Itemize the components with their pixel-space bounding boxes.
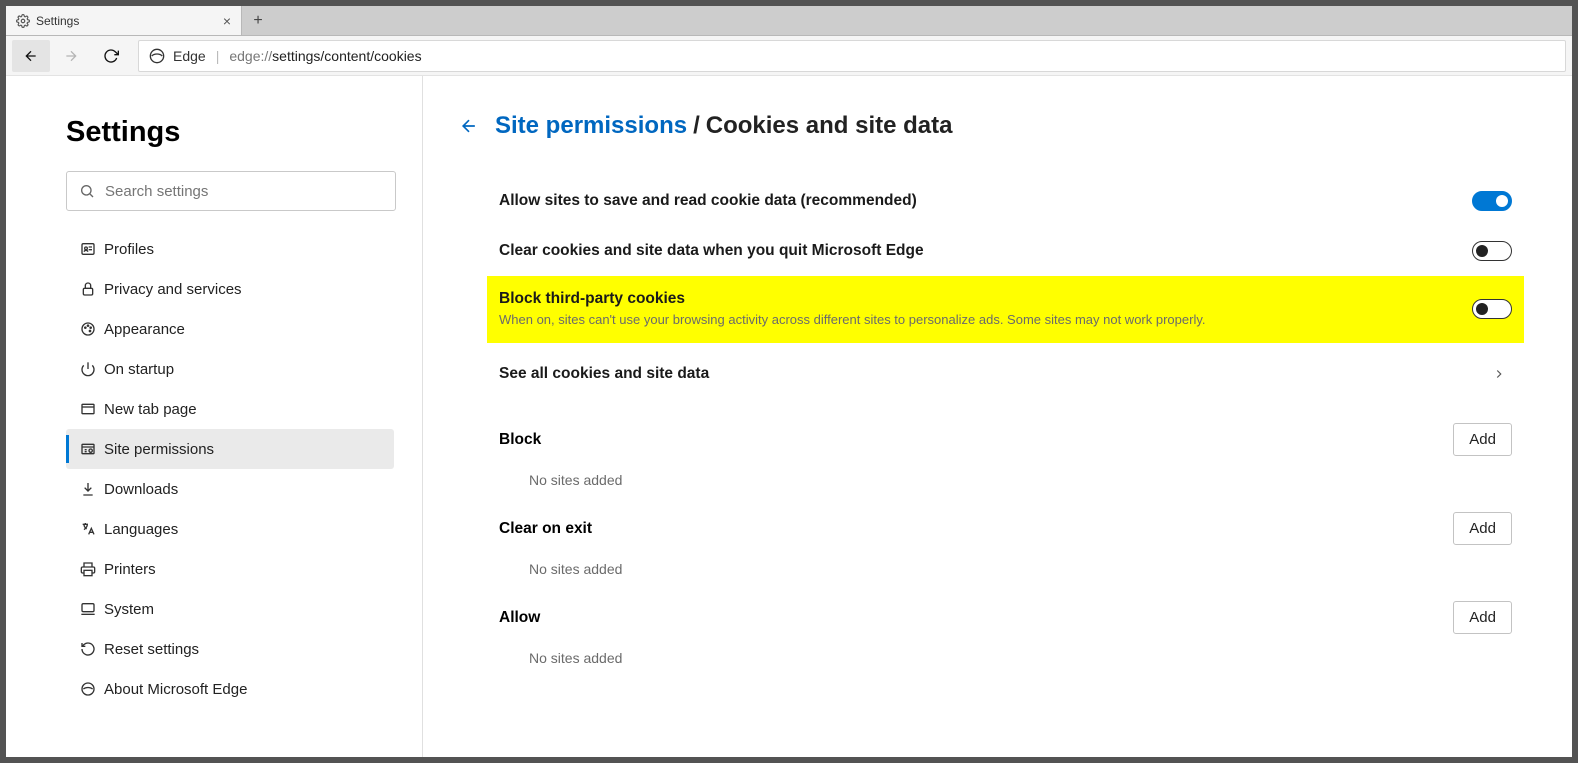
sidebar-list: Profiles Privacy and services Appearance… (66, 229, 394, 709)
sidebar-item-label: Appearance (104, 321, 185, 338)
power-icon (80, 361, 104, 377)
close-icon[interactable]: × (223, 13, 231, 29)
forward-button (52, 40, 90, 72)
sidebar-item-appearance[interactable]: Appearance (66, 309, 394, 349)
window-icon (80, 401, 104, 417)
sidebar-item-label: Profiles (104, 241, 154, 258)
chevron-right-icon (1492, 367, 1512, 381)
row-allow-cookies: Allow sites to save and read cookie data… (499, 176, 1512, 226)
add-block-button[interactable]: Add (1453, 423, 1512, 456)
row-see-all-cookies[interactable]: See all cookies and site data (499, 349, 1512, 399)
label-clear-on-quit: Clear cookies and site data when you qui… (499, 242, 1452, 260)
label-allow-cookies: Allow sites to save and read cookie data… (499, 192, 1452, 210)
address-path: settings/content/cookies (272, 48, 421, 64)
download-icon (80, 481, 104, 497)
section-clear-on-exit: Clear on exit Add No sites added (499, 512, 1512, 577)
tab-strip: Settings × + (6, 6, 1572, 36)
lock-icon (80, 281, 104, 297)
toggle-allow-cookies[interactable] (1472, 191, 1512, 211)
sidebar-item-label: About Microsoft Edge (104, 681, 247, 698)
palette-icon (80, 321, 104, 337)
sublabel-block-third-party: When on, sites can't use your browsing a… (499, 312, 1452, 327)
sidebar-item-startup[interactable]: On startup (66, 349, 394, 389)
printer-icon (80, 561, 104, 577)
sidebar-item-about[interactable]: About Microsoft Edge (66, 669, 394, 709)
empty-block: No sites added (499, 456, 1512, 488)
settings-main: Site permissions / Cookies and site data… (423, 76, 1572, 757)
sidebar-item-label: On startup (104, 361, 174, 378)
search-input[interactable] (105, 183, 383, 200)
sidebar-item-label: Reset settings (104, 641, 199, 658)
empty-clear: No sites added (499, 545, 1512, 577)
sidebar-item-downloads[interactable]: Downloads (66, 469, 394, 509)
row-block-third-party: Block third-party cookies When on, sites… (499, 290, 1512, 327)
sidebar-item-newtab[interactable]: New tab page (66, 389, 394, 429)
system-icon (80, 601, 104, 617)
toggle-clear-on-quit[interactable] (1472, 241, 1512, 261)
address-prefix: edge:// (229, 48, 272, 64)
gear-icon (16, 14, 30, 28)
label-block-third-party: Block third-party cookies (499, 290, 1452, 308)
sidebar-title: Settings (66, 116, 394, 149)
breadcrumb-link[interactable]: Site permissions (495, 112, 687, 140)
sidebar-item-privacy[interactable]: Privacy and services (66, 269, 394, 309)
settings-search[interactable] (66, 171, 396, 211)
sidebar-item-site-permissions[interactable]: Site permissions (66, 429, 394, 469)
search-icon (79, 183, 95, 199)
breadcrumb-slash: / (693, 112, 700, 140)
section-title-block: Block (499, 431, 541, 449)
add-allow-button[interactable]: Add (1453, 601, 1512, 634)
permissions-icon (80, 441, 104, 457)
section-title-allow: Allow (499, 609, 540, 627)
edge-logo-icon (149, 48, 165, 64)
settings-sidebar: Settings Profiles Privacy and services A… (6, 76, 423, 757)
reset-icon (80, 641, 104, 657)
add-clear-button[interactable]: Add (1453, 512, 1512, 545)
sidebar-item-printers[interactable]: Printers (66, 549, 394, 589)
sidebar-item-label: New tab page (104, 401, 197, 418)
sidebar-item-label: Downloads (104, 481, 178, 498)
edge-icon (80, 681, 104, 697)
breadcrumb-current: Cookies and site data (706, 112, 953, 140)
language-icon (80, 521, 104, 537)
content-area: Settings Profiles Privacy and services A… (6, 76, 1572, 757)
sidebar-item-system[interactable]: System (66, 589, 394, 629)
refresh-button[interactable] (92, 40, 130, 72)
sidebar-item-languages[interactable]: Languages (66, 509, 394, 549)
label-see-all-cookies: See all cookies and site data (499, 365, 1472, 383)
address-separator: | (216, 48, 220, 64)
row-clear-on-quit: Clear cookies and site data when you qui… (499, 226, 1512, 276)
toggle-block-third-party[interactable] (1472, 299, 1512, 319)
breadcrumb-back-button[interactable] (459, 116, 479, 136)
sidebar-item-label: Privacy and services (104, 281, 242, 298)
sidebar-item-label: Site permissions (104, 441, 214, 458)
new-tab-button[interactable]: + (242, 6, 274, 35)
section-title-clear: Clear on exit (499, 520, 592, 538)
sidebar-item-reset[interactable]: Reset settings (66, 629, 394, 669)
section-block: Block Add No sites added (499, 423, 1512, 488)
sidebar-item-label: Printers (104, 561, 156, 578)
tab-title: Settings (36, 14, 79, 28)
profile-icon (80, 241, 104, 257)
sidebar-item-label: System (104, 601, 154, 618)
browser-toolbar: Edge | edge://settings/content/cookies (6, 36, 1572, 76)
section-allow: Allow Add No sites added (499, 601, 1512, 666)
sidebar-item-profiles[interactable]: Profiles (66, 229, 394, 269)
highlighted-section: Block third-party cookies When on, sites… (487, 276, 1524, 343)
sidebar-item-label: Languages (104, 521, 178, 538)
browser-tab[interactable]: Settings × (6, 6, 242, 35)
address-site: Edge (173, 48, 206, 64)
breadcrumb: Site permissions / Cookies and site data (459, 112, 1516, 140)
address-bar[interactable]: Edge | edge://settings/content/cookies (138, 40, 1566, 72)
empty-allow: No sites added (499, 634, 1512, 666)
back-button[interactable] (12, 40, 50, 72)
